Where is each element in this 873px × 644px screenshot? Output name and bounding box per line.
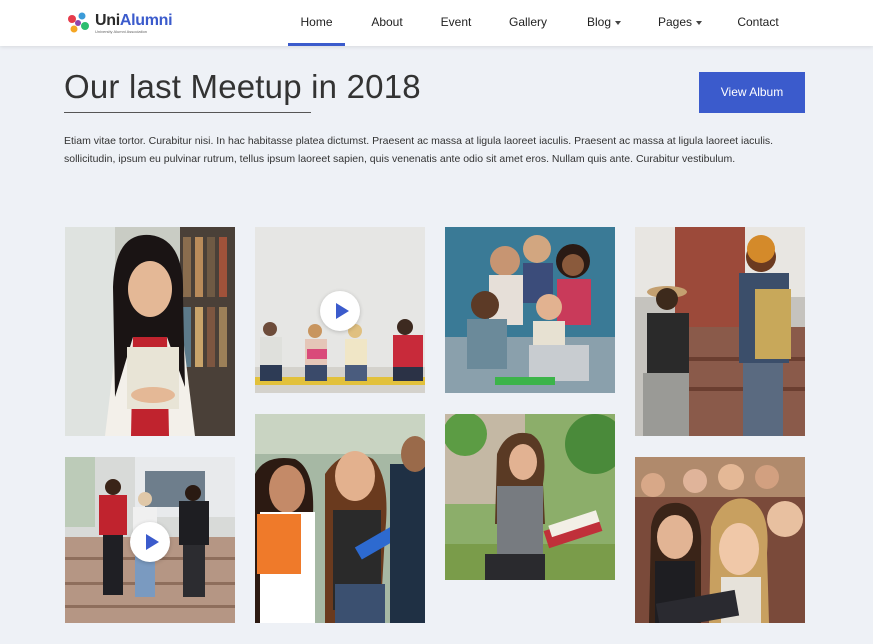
nav-pages[interactable]: Pages	[650, 0, 710, 46]
logo-wordmark: UniAlumni	[95, 12, 173, 29]
photo-icon	[445, 227, 615, 393]
gallery-photo-3[interactable]	[635, 227, 805, 436]
nav-about[interactable]: About	[360, 0, 414, 46]
page-title: Our last Meetup in 2018	[64, 68, 421, 105]
gallery-photo-1[interactable]	[65, 227, 235, 436]
title-underline	[64, 112, 311, 113]
chevron-down-icon	[615, 20, 622, 25]
nav-event-label: Event	[440, 15, 472, 29]
nav-about-label: About	[371, 15, 403, 29]
logo-icon	[68, 12, 89, 33]
photo-icon	[635, 457, 805, 623]
nav-gallery[interactable]: Gallery	[498, 0, 558, 46]
nav-blog[interactable]: Blog	[576, 0, 632, 46]
photo-icon	[255, 414, 425, 623]
gallery-video-1[interactable]	[255, 227, 425, 393]
photo-icon	[635, 227, 805, 436]
logo-name-alumni: Alumni	[119, 12, 173, 29]
view-album-button[interactable]: View Album	[699, 72, 805, 113]
gallery-photo-2[interactable]	[445, 227, 615, 393]
gallery-photo-5[interactable]	[445, 414, 615, 580]
nav-pages-label: Pages	[657, 15, 693, 29]
nav-event[interactable]: Event	[430, 0, 482, 46]
nav-home[interactable]: Home	[288, 0, 345, 46]
photo-icon	[445, 414, 615, 580]
play-icon[interactable]	[130, 522, 170, 562]
nav-contact-label: Contact	[737, 15, 779, 29]
nav-contact[interactable]: Contact	[728, 0, 788, 46]
gallery-photo-4[interactable]	[255, 414, 425, 623]
gallery-photo-6[interactable]	[635, 457, 805, 623]
photo-icon	[65, 227, 235, 436]
chevron-down-icon	[696, 20, 703, 25]
logo-name-uni: Uni	[95, 12, 120, 29]
site-header: UniAlumni University Alumni Association …	[0, 0, 873, 46]
nav-gallery-label: Gallery	[508, 15, 547, 29]
nav-home-label: Home	[300, 15, 333, 29]
play-icon[interactable]	[320, 291, 360, 331]
nav-blog-label: Blog	[586, 15, 612, 29]
site-logo[interactable]: UniAlumni University Alumni Association	[64, 8, 174, 38]
logo-tagline: University Alumni Association	[95, 29, 148, 34]
gallery-video-2[interactable]	[65, 457, 235, 623]
intro-paragraph: Etiam vitae tortor. Curabitur nisi. In h…	[64, 135, 774, 165]
